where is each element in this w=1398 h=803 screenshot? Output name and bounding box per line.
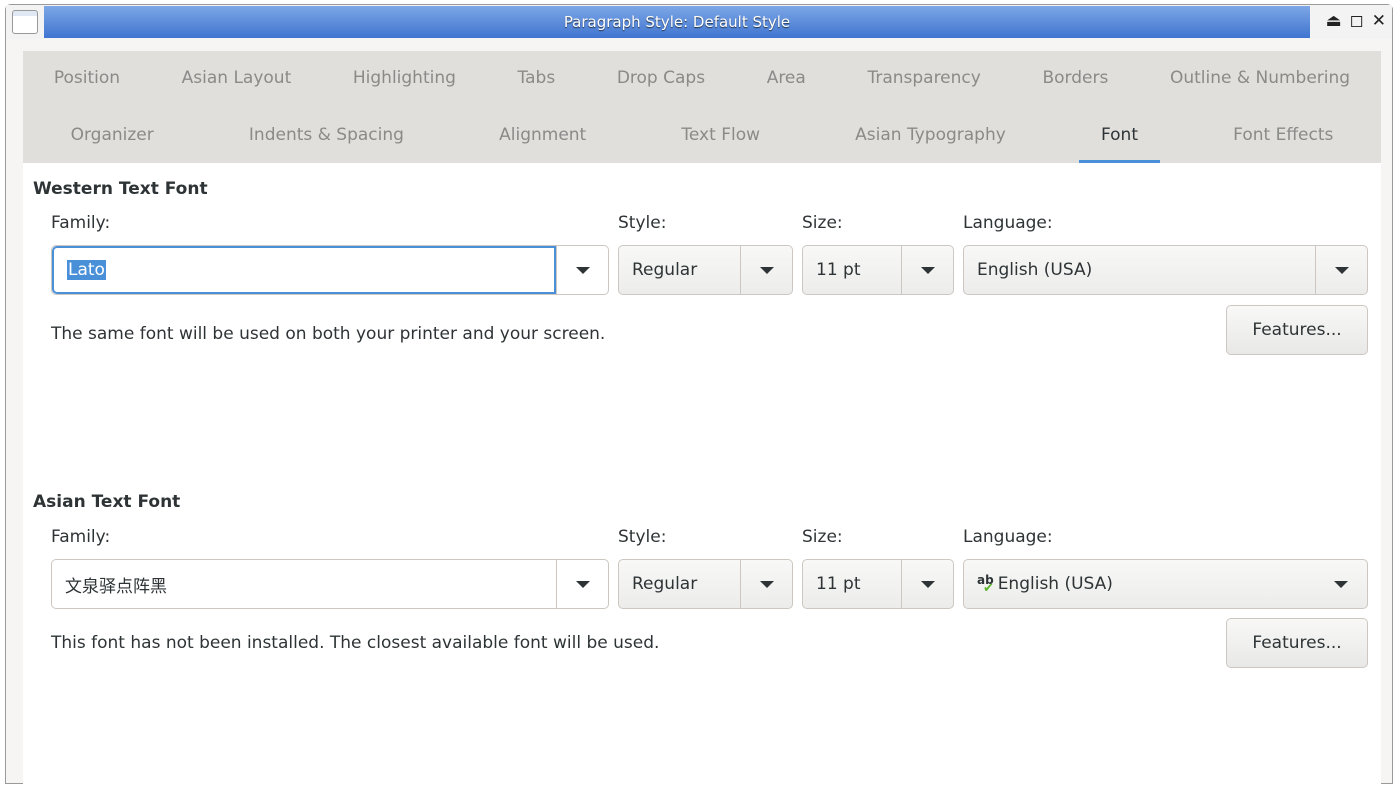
western-language-label: Language:	[963, 213, 1053, 233]
font-panel: Western Text Font Family: Style: Size: L…	[23, 163, 1381, 803]
tab-borders[interactable]: Borders	[1020, 51, 1130, 105]
western-style-value[interactable]: Regular	[619, 246, 740, 294]
western-heading: Western Text Font	[33, 179, 208, 199]
asian-language-value[interactable]: English (USA)	[998, 574, 1113, 594]
western-features-button[interactable]: Features...	[1226, 305, 1368, 355]
spellcheck-icon: ab ✔	[977, 573, 994, 596]
chevron-down-icon	[575, 580, 590, 588]
western-size-combo[interactable]: 11 pt	[802, 245, 954, 295]
western-size-label: Size:	[802, 213, 843, 233]
chevron-down-icon	[1334, 266, 1349, 274]
asian-family-label: Family:	[51, 527, 111, 547]
asian-family-dropdown[interactable]	[556, 560, 608, 608]
western-family-dropdown[interactable]	[556, 246, 608, 294]
western-style-dropdown[interactable]	[740, 246, 792, 294]
western-size-value[interactable]: 11 pt	[803, 246, 901, 294]
western-style-label: Style:	[618, 213, 667, 233]
western-family-label: Family:	[51, 213, 111, 233]
western-language-value[interactable]: English (USA)	[964, 246, 1315, 294]
asian-size-combo[interactable]: 11 pt	[802, 559, 954, 609]
western-family-combo[interactable]: Lato	[51, 245, 609, 295]
chevron-down-icon	[575, 266, 590, 274]
tab-outline-numbering[interactable]: Outline & Numbering	[1148, 51, 1372, 105]
asian-family-combo[interactable]: 文泉驿点阵黑	[51, 559, 609, 609]
chevron-down-icon	[920, 266, 935, 274]
tab-font[interactable]: Font	[1078, 108, 1160, 163]
asian-style-label: Style:	[618, 527, 667, 547]
asian-style-value[interactable]: Regular	[619, 560, 740, 608]
western-style-combo[interactable]: Regular	[618, 245, 793, 295]
asian-language-dropdown[interactable]	[1315, 560, 1367, 608]
chevron-down-icon	[920, 580, 935, 588]
window-menu-icon[interactable]	[12, 10, 38, 34]
tab-highlighting[interactable]: Highlighting	[331, 51, 478, 105]
western-size-dropdown[interactable]	[901, 246, 953, 294]
title-bar: Paragraph Style: Default Style ⏏ ◻ ✕	[6, 5, 1392, 39]
close-icon[interactable]: ✕	[1372, 11, 1386, 31]
tab-asian-typography[interactable]: Asian Typography	[833, 108, 1028, 162]
asian-family-input[interactable]: 文泉驿点阵黑	[52, 560, 556, 608]
tab-bar: Position Asian Layout Highlighting Tabs Drop…	[23, 51, 1381, 163]
asian-language-combo[interactable]: ab ✔ English (USA)	[963, 559, 1368, 609]
asian-size-label: Size:	[802, 527, 843, 547]
western-family-input[interactable]: Lato	[67, 260, 106, 280]
western-language-combo[interactable]: English (USA)	[963, 245, 1368, 295]
asian-style-dropdown[interactable]	[740, 560, 792, 608]
tab-alignment[interactable]: Alignment	[477, 108, 608, 162]
tab-area[interactable]: Area	[745, 51, 828, 105]
asian-language-label: Language:	[963, 527, 1053, 547]
asian-size-value[interactable]: 11 pt	[803, 560, 901, 608]
tab-indents-spacing[interactable]: Indents & Spacing	[227, 108, 426, 162]
tab-tabs[interactable]: Tabs	[496, 51, 578, 105]
tab-asian-layout[interactable]: Asian Layout	[160, 51, 314, 105]
tab-text-flow[interactable]: Text Flow	[659, 108, 782, 162]
western-font-note: The same font will be used on both your …	[51, 324, 606, 344]
tab-transparency[interactable]: Transparency	[845, 51, 1002, 105]
window-title: Paragraph Style: Default Style	[44, 6, 1310, 38]
shade-icon[interactable]: ⏏	[1326, 11, 1342, 31]
western-language-dropdown[interactable]	[1315, 246, 1367, 294]
tab-organizer[interactable]: Organizer	[49, 108, 176, 162]
asian-features-button[interactable]: Features...	[1226, 618, 1368, 668]
chevron-down-icon	[759, 266, 774, 274]
dialog-window: Paragraph Style: Default Style ⏏ ◻ ✕ Pos…	[5, 4, 1393, 803]
asian-style-combo[interactable]: Regular	[618, 559, 793, 609]
chevron-down-icon	[1334, 580, 1348, 588]
asian-font-note: This font has not been installed. The cl…	[51, 633, 660, 653]
maximize-icon[interactable]: ◻	[1350, 11, 1364, 31]
asian-heading: Asian Text Font	[33, 492, 181, 512]
tab-drop-caps[interactable]: Drop Caps	[595, 51, 727, 105]
tab-font-effects[interactable]: Font Effects	[1211, 108, 1355, 162]
asian-size-dropdown[interactable]	[901, 560, 953, 608]
chevron-down-icon	[759, 580, 774, 588]
tab-position[interactable]: Position	[32, 51, 142, 105]
